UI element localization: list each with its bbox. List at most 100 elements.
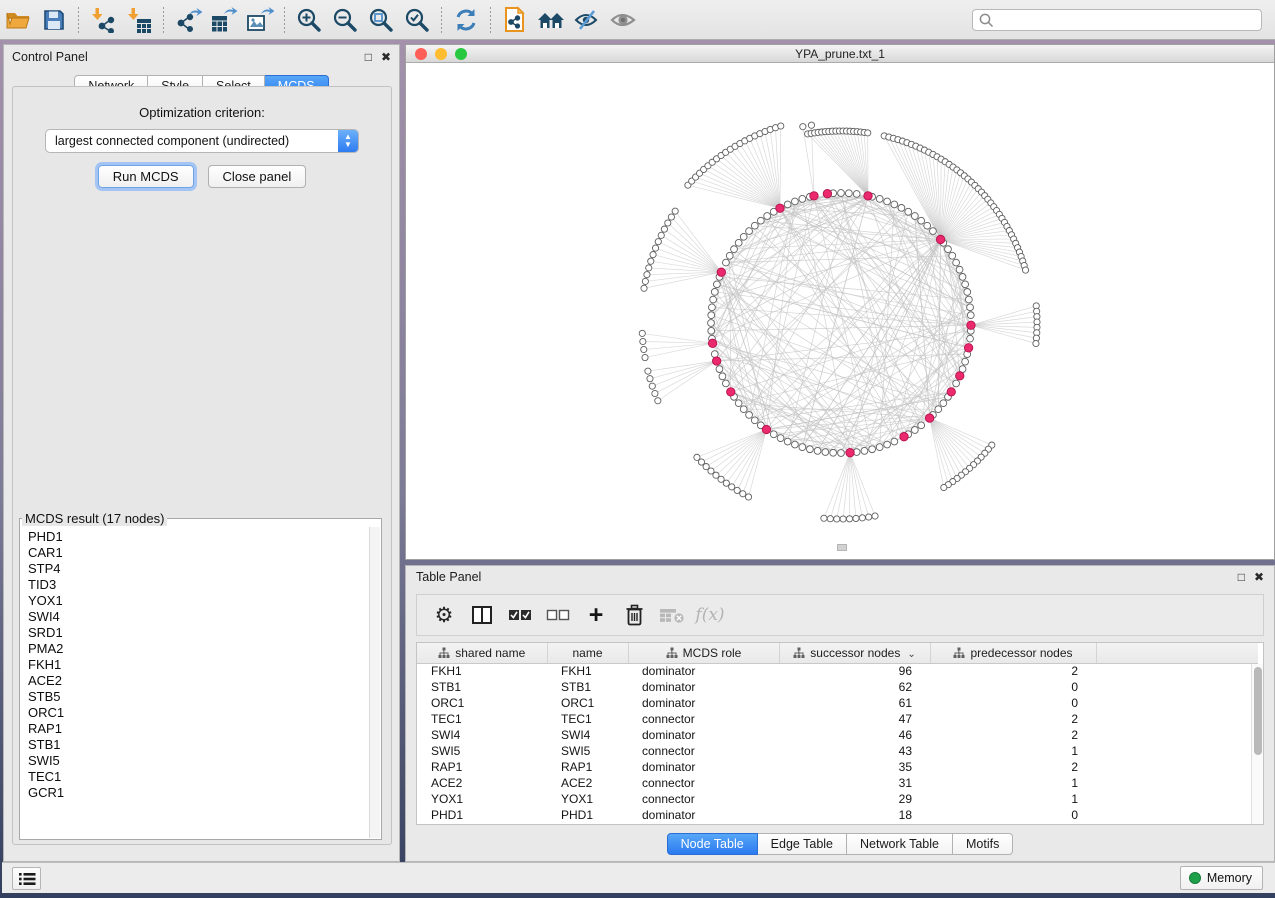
table-row[interactable]: ACE2ACE2connector311 bbox=[417, 775, 1258, 791]
destroy-table-button[interactable] bbox=[655, 599, 689, 631]
column-header-predecessor-nodes[interactable]: predecessor nodes bbox=[930, 643, 1096, 663]
table-row[interactable]: STB1STB1dominator620 bbox=[417, 679, 1258, 695]
close-panel-icon[interactable]: ✖ bbox=[381, 50, 391, 64]
create-column-button[interactable]: + bbox=[579, 599, 613, 631]
close-panel-icon[interactable]: ✖ bbox=[1254, 570, 1264, 584]
save-session-button[interactable] bbox=[36, 4, 72, 36]
mcds-result-scrollbar[interactable] bbox=[369, 527, 380, 838]
column-header-MCDS-role[interactable]: MCDS role bbox=[628, 643, 779, 663]
zoom-fit-button[interactable] bbox=[363, 4, 399, 36]
new-network-from-selection-button[interactable] bbox=[497, 4, 533, 36]
show-columns-button[interactable] bbox=[465, 599, 499, 631]
mcds-result-item[interactable]: SRD1 bbox=[28, 625, 369, 641]
run-mcds-button[interactable]: Run MCDS bbox=[98, 165, 194, 188]
mcds-result-item[interactable]: ACE2 bbox=[28, 673, 369, 689]
table-row[interactable]: ORC1ORC1dominator610 bbox=[417, 695, 1258, 711]
mcds-result-item[interactable]: STP4 bbox=[28, 561, 369, 577]
mcds-result-item[interactable]: SWI4 bbox=[28, 609, 369, 625]
table-row[interactable]: FKH1FKH1dominator962 bbox=[417, 663, 1258, 679]
open-file-button[interactable] bbox=[0, 4, 36, 36]
zoom-selected-button[interactable] bbox=[399, 4, 435, 36]
export-table-icon bbox=[210, 7, 238, 33]
import-table-button[interactable] bbox=[121, 4, 157, 36]
search-box[interactable] bbox=[972, 9, 1262, 31]
function-builder-button[interactable]: f(x) bbox=[693, 599, 727, 631]
memory-label: Memory bbox=[1207, 871, 1252, 885]
tab-network-table[interactable]: Network Table bbox=[847, 833, 953, 855]
eye-slash-icon bbox=[573, 8, 601, 32]
table-row[interactable]: SWI4SWI4dominator462 bbox=[417, 727, 1258, 743]
mcds-result-item[interactable]: STB5 bbox=[28, 689, 369, 705]
table-panel-tabs: Node TableEdge TableNetwork TableMotifs bbox=[406, 833, 1274, 855]
unselect-all-columns-button[interactable] bbox=[541, 599, 575, 631]
mcds-result-list[interactable]: PHD1CAR1STP4TID3YOX1SWI4SRD1PMA2FKH1ACE2… bbox=[21, 527, 369, 838]
mcds-result-item[interactable]: TID3 bbox=[28, 577, 369, 593]
mcds-result-item[interactable]: YOX1 bbox=[28, 593, 369, 609]
node-table-container: shared namenameMCDS rolesuccessor nodes⌄… bbox=[416, 642, 1264, 825]
table-row[interactable]: SWI5SWI5connector431 bbox=[417, 743, 1258, 759]
show-task-history-button[interactable] bbox=[12, 867, 41, 890]
first-neighbors-button[interactable] bbox=[533, 4, 569, 36]
network-window-title: YPA_prune.txt_1 bbox=[795, 47, 885, 61]
mcds-result-item[interactable]: ORC1 bbox=[28, 705, 369, 721]
column-header-shared-name[interactable]: shared name bbox=[417, 643, 547, 663]
column-header-name[interactable]: name bbox=[547, 643, 628, 663]
close-window-icon[interactable] bbox=[415, 48, 427, 60]
import-network-button[interactable] bbox=[85, 4, 121, 36]
delete-columns-button[interactable] bbox=[617, 599, 651, 631]
table-row[interactable]: YOX1YOX1connector291 bbox=[417, 791, 1258, 807]
mcds-result-item[interactable]: RAP1 bbox=[28, 721, 369, 737]
zoom-in-button[interactable] bbox=[291, 4, 327, 36]
zoom-fit-icon bbox=[368, 7, 394, 33]
table-options-button[interactable]: ⚙ bbox=[427, 599, 461, 631]
refresh-button[interactable] bbox=[448, 4, 484, 36]
tab-node-table[interactable]: Node Table bbox=[667, 833, 758, 855]
search-input[interactable] bbox=[995, 13, 1261, 27]
splitter-handle[interactable] bbox=[837, 544, 847, 551]
float-panel-icon[interactable]: □ bbox=[1238, 570, 1245, 584]
mcds-result-title: MCDS result (17 nodes) bbox=[22, 511, 167, 526]
columns-icon bbox=[471, 605, 493, 625]
tab-motifs[interactable]: Motifs bbox=[953, 833, 1013, 855]
mcds-result-item[interactable]: TEC1 bbox=[28, 769, 369, 785]
mcds-result-item[interactable]: PHD1 bbox=[28, 529, 369, 545]
tab-edge-table[interactable]: Edge Table bbox=[758, 833, 847, 855]
mcds-result-box: MCDS result (17 nodes) PHD1CAR1STP4TID3Y… bbox=[19, 511, 382, 840]
column-header-successor-nodes[interactable]: successor nodes⌄ bbox=[779, 643, 930, 663]
memory-button[interactable]: Memory bbox=[1180, 866, 1263, 890]
table-toolbar: ⚙ + bbox=[416, 594, 1264, 636]
table-row[interactable]: RAP1RAP1dominator352 bbox=[417, 759, 1258, 775]
float-panel-icon[interactable]: □ bbox=[365, 50, 372, 64]
close-panel-button[interactable]: Close panel bbox=[208, 165, 307, 188]
hide-selected-button[interactable] bbox=[569, 4, 605, 36]
maximize-window-icon[interactable] bbox=[455, 48, 467, 60]
export-image-button[interactable] bbox=[242, 4, 278, 36]
export-network-button[interactable] bbox=[170, 4, 206, 36]
control-panel-title: Control Panel bbox=[12, 50, 88, 64]
mcds-tab-body: Optimization criterion: largest connecte… bbox=[12, 86, 392, 845]
select-stepper-icon: ▲▼ bbox=[338, 130, 358, 152]
mcds-result-item[interactable]: STB1 bbox=[28, 737, 369, 753]
minimize-window-icon[interactable] bbox=[435, 48, 447, 60]
mcds-result-item[interactable]: SWI5 bbox=[28, 753, 369, 769]
table-row[interactable]: PHD1PHD1dominator180 bbox=[417, 807, 1258, 823]
network-view-window: YPA_prune.txt_1 bbox=[405, 44, 1275, 560]
show-all-button[interactable] bbox=[605, 4, 641, 36]
table-row[interactable]: TEC1TEC1connector472 bbox=[417, 711, 1258, 727]
table-scrollbar-thumb[interactable] bbox=[1254, 667, 1262, 755]
zoom-out-button[interactable] bbox=[327, 4, 363, 36]
function-icon: f(x) bbox=[695, 605, 724, 625]
mcds-result-item[interactable]: FKH1 bbox=[28, 657, 369, 673]
network-window-titlebar[interactable]: YPA_prune.txt_1 bbox=[406, 45, 1274, 63]
mcds-result-item[interactable]: PMA2 bbox=[28, 641, 369, 657]
select-all-columns-button[interactable] bbox=[503, 599, 537, 631]
mcds-result-item[interactable]: CAR1 bbox=[28, 545, 369, 561]
save-floppy-icon bbox=[42, 8, 66, 32]
toolbar-separator bbox=[441, 7, 442, 33]
mcds-result-item[interactable]: GCR1 bbox=[28, 785, 369, 801]
optimization-criterion-select[interactable]: largest connected component (undirected)… bbox=[45, 129, 359, 153]
network-canvas[interactable] bbox=[406, 63, 1274, 559]
two-houses-icon bbox=[536, 8, 566, 32]
table-scrollbar[interactable] bbox=[1251, 664, 1263, 824]
export-table-button[interactable] bbox=[206, 4, 242, 36]
